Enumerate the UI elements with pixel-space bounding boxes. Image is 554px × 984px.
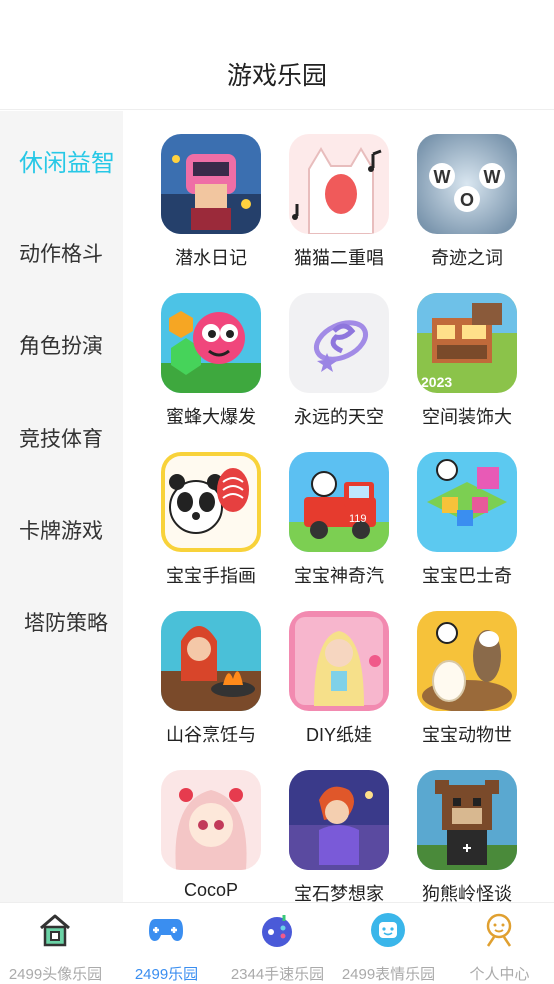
game-title: 宝宝神奇汽 [294, 566, 384, 586]
svg-text:W: W [434, 167, 451, 187]
tab-emoji-park[interactable]: 2499表情乐园 [333, 903, 444, 984]
baby-animal-world-icon [417, 611, 517, 711]
profile-icon [480, 911, 518, 949]
eternal-sky-icon [289, 293, 389, 393]
svg-text:2023: 2023 [421, 374, 452, 390]
svg-text:W: W [484, 167, 501, 187]
baby-bus-puzzle-icon [417, 452, 517, 552]
baby-finger-paint-icon [161, 452, 261, 552]
sidebar-item-label: 竞技体育 [19, 428, 103, 451]
home-design-icon: 2023 [417, 293, 517, 393]
joystick-icon [258, 911, 296, 949]
cat-duet-icon [289, 134, 389, 234]
bee-burst-icon [161, 293, 261, 393]
tab-avatar-park[interactable]: 2499头像乐园 [0, 903, 111, 984]
sidebar-item-sports[interactable]: 竞技体育 [0, 421, 123, 461]
sidebar-item-label: 卡牌游戏 [19, 520, 103, 543]
game-grid: 潜水日记 猫猫二重唱 WOW 奇迹之词 蜜蜂大爆发 永远的天空 2023 空间装… [123, 111, 554, 902]
sidebar-item-card-games[interactable]: 卡牌游戏 [0, 513, 123, 553]
sidebar-item-casual-puzzle[interactable]: 休闲益智 [0, 141, 123, 181]
house-icon [36, 911, 74, 949]
game-tile[interactable]: 宝石梦想家 [278, 770, 398, 902]
game-tile[interactable]: 蜜蜂大爆发 [150, 293, 270, 443]
game-title: 空间装饰大 [422, 407, 512, 427]
game-tile[interactable]: 永远的天空 [278, 293, 398, 443]
game-title: 潜水日记 [175, 248, 247, 268]
page-title: 游戏乐园 [226, 62, 327, 90]
game-title: 宝石梦想家 [294, 884, 384, 902]
game-tile[interactable]: 山谷烹饪与 [150, 611, 270, 761]
tab-speed-park[interactable]: 2344手速乐园 [222, 903, 333, 984]
sidebar-item-tower-defense[interactable]: 塔防策略 [0, 605, 123, 645]
game-tile[interactable]: WOW 奇迹之词 [406, 134, 526, 284]
game-title: 蜜蜂大爆发 [166, 407, 256, 427]
coco-anime-girl-icon [161, 770, 261, 870]
sidebar-item-action-fighting[interactable]: 动作格斗 [0, 236, 123, 276]
game-title: 永远的天空 [294, 407, 384, 427]
top-bar: 游戏乐园 [0, 0, 554, 110]
tab-label: 个人中心 [469, 966, 530, 983]
sidebar-item-label: 动作格斗 [19, 243, 103, 266]
game-title: 宝宝巴士奇 [422, 566, 512, 586]
diving-diary-icon [161, 134, 261, 234]
game-title: 宝宝手指画 [166, 566, 256, 586]
sidebar-item-label: 角色扮演 [19, 335, 103, 358]
category-sidebar: 休闲益智 动作格斗 角色扮演 竞技体育 卡牌游戏 塔防策略 [0, 111, 123, 902]
game-title: 奇迹之词 [431, 248, 503, 268]
tab-profile[interactable]: 个人中心 [444, 903, 554, 984]
sidebar-item-role-playing[interactable]: 角色扮演 [0, 328, 123, 368]
game-tile[interactable]: 2023 空间装饰大 [406, 293, 526, 443]
bear-ridge-icon [417, 770, 517, 870]
sidebar-item-label: 塔防策略 [24, 612, 108, 635]
gamepad-icon [147, 911, 185, 949]
game-tile[interactable]: 宝宝动物世 [406, 611, 526, 761]
game-title: DIY纸娃 [305, 725, 372, 745]
game-tile[interactable]: 猫猫二重唱 [278, 134, 398, 284]
emoji-icon [369, 911, 407, 949]
baby-fire-truck-icon: 119 [289, 452, 389, 552]
game-tile[interactable]: CocoP [150, 770, 270, 902]
game-title: 猫猫二重唱 [294, 248, 384, 268]
game-tile[interactable]: 潜水日记 [150, 134, 270, 284]
bottom-tab-bar: 2499头像乐园 2499乐园 2344手速乐园 2499表情乐园 个人中心 [0, 902, 554, 984]
wow-words-icon: WOW [417, 134, 517, 234]
svg-text:O: O [460, 190, 474, 210]
gem-dreamer-icon [289, 770, 389, 870]
game-tile[interactable]: 宝宝手指画 [150, 452, 270, 602]
svg-text:119: 119 [349, 513, 367, 525]
valley-cooking-icon [161, 611, 261, 711]
game-title: 山谷烹饪与 [166, 725, 256, 745]
game-tile[interactable]: 宝宝巴士奇 [406, 452, 526, 602]
game-tile[interactable]: 119 宝宝神奇汽 [278, 452, 398, 602]
sidebar-item-label: 休闲益智 [19, 150, 115, 177]
game-title: 狗熊岭怪谈 [422, 884, 512, 902]
diy-paper-doll-icon [289, 611, 389, 711]
game-tile[interactable]: DIY纸娃 [278, 611, 398, 761]
game-tile[interactable]: 狗熊岭怪谈 [406, 770, 526, 902]
game-title: 宝宝动物世 [422, 725, 512, 745]
game-title: CocoP [183, 880, 239, 900]
tab-2499-park[interactable]: 2499乐园 [111, 903, 222, 984]
